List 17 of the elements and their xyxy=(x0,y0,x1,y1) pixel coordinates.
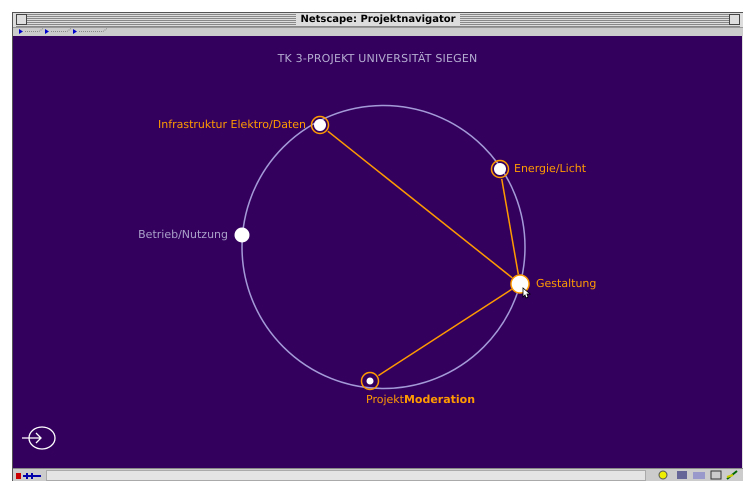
diagram-node[interactable] xyxy=(310,116,330,134)
window-title: Netscape: Projektnavigator xyxy=(296,13,460,26)
diagram-node[interactable] xyxy=(234,227,250,242)
tab-strip-drawing[interactable] xyxy=(17,28,107,36)
node-label[interactable]: Infrastruktur Elektro/Daten xyxy=(158,118,306,132)
zoom-box[interactable] xyxy=(729,14,740,26)
node-label[interactable]: Energie/Licht xyxy=(514,162,586,176)
node-label[interactable]: Gestaltung xyxy=(536,276,596,291)
node-label[interactable]: Betrieb/Nutzung xyxy=(138,228,228,242)
connection-icon[interactable] xyxy=(15,470,43,480)
diagram-node[interactable] xyxy=(360,372,380,390)
diagram-node[interactable] xyxy=(510,274,530,294)
node-label[interactable]: ProjektModeration xyxy=(366,392,476,407)
diagram-node[interactable] xyxy=(490,160,510,178)
exit-icon[interactable] xyxy=(21,426,56,450)
close-box[interactable] xyxy=(16,14,27,26)
page-heading: TK 3-PROJEKT UNIVERSITÄT SIEGEN xyxy=(278,52,478,65)
